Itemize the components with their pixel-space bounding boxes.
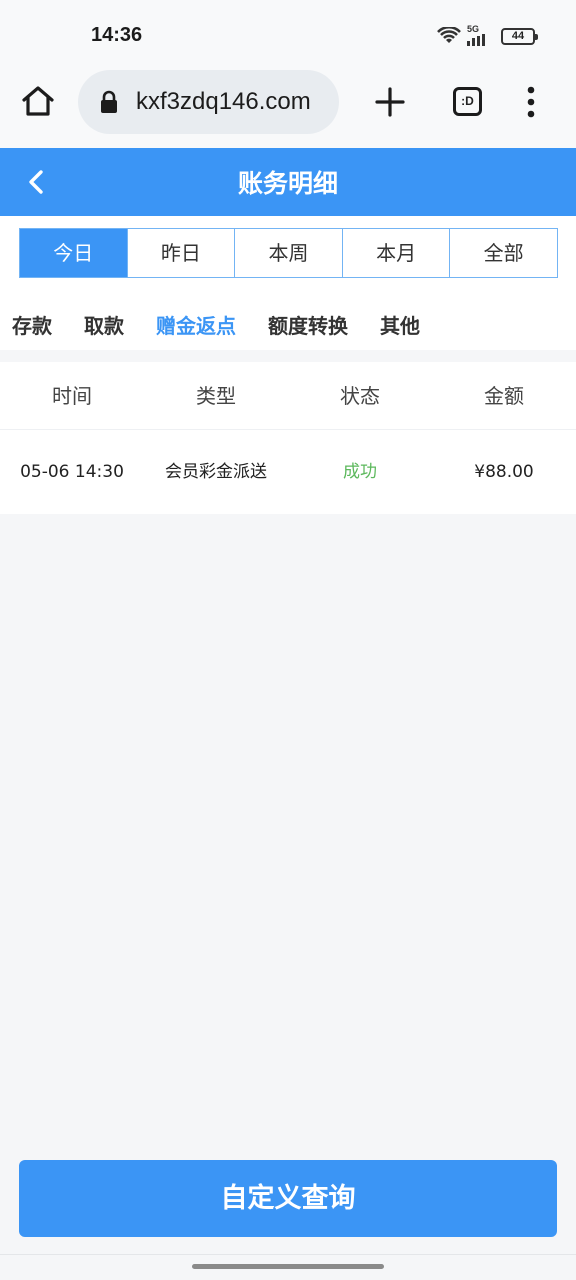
records-table: 时间 类型 状态 金额 05-06 14:30 会员彩金派送 成功 ¥88.00 (0, 362, 576, 514)
tab-bonus-rebate[interactable]: 赠金返点 (156, 310, 236, 339)
cell-status: 成功 (343, 462, 377, 482)
wifi-icon (437, 27, 461, 43)
tab-this-month[interactable]: 本月 (341, 229, 450, 277)
custom-query-button[interactable]: 自定义查询 (19, 1160, 557, 1237)
app-header: 账务明细 (0, 148, 576, 216)
cell-amount: ¥88.00 (474, 462, 534, 482)
cell-time: 05-06 14:30 (20, 462, 124, 482)
home-indicator[interactable] (192, 1264, 384, 1269)
home-icon[interactable] (20, 83, 56, 119)
period-tabs: 今日 昨日 本周 本月 全部 (19, 228, 558, 278)
network-type-label: 5G (467, 24, 480, 34)
battery-icon: 44 (501, 28, 538, 45)
battery-level: 44 (511, 30, 525, 42)
column-header-type: 类型 (196, 384, 236, 408)
tab-switcher-label: :D (461, 94, 474, 108)
tab-credit-transfer[interactable]: 额度转换 (268, 310, 348, 339)
bottom-divider (0, 1254, 576, 1255)
status-bar: 14:36 5G 44 (0, 0, 576, 70)
tab-switcher-button[interactable]: :D (453, 87, 482, 116)
signal-icon (467, 34, 485, 46)
tab-all[interactable]: 全部 (449, 229, 557, 277)
column-header-time: 时间 (52, 384, 92, 408)
more-icon[interactable] (520, 84, 542, 120)
filter-panel: 今日 昨日 本周 本月 全部 存款 取款 赠金返点 额度转换 其他 (0, 216, 576, 350)
page-title: 账务明细 (237, 169, 338, 198)
address-bar[interactable]: kxf3zdq146.com (78, 70, 339, 134)
column-header-status: 状态 (340, 384, 380, 408)
table-row: 05-06 14:30 会员彩金派送 成功 ¥88.00 (0, 430, 576, 514)
tab-other[interactable]: 其他 (380, 310, 420, 339)
tab-today[interactable]: 今日 (20, 229, 127, 277)
url-text[interactable]: kxf3zdq146.com (136, 88, 311, 116)
table-header: 时间 类型 状态 金额 (0, 362, 576, 430)
tab-withdraw[interactable]: 取款 (84, 310, 124, 339)
new-tab-plus-icon[interactable] (372, 84, 408, 120)
category-tabs: 存款 取款 赠金返点 额度转换 其他 (12, 310, 420, 339)
tab-deposit[interactable]: 存款 (12, 310, 52, 339)
tab-this-week[interactable]: 本周 (234, 229, 342, 277)
tab-yesterday[interactable]: 昨日 (126, 229, 235, 277)
status-time: 14:36 (91, 24, 143, 46)
column-header-amount: 金额 (484, 384, 524, 408)
browser-toolbar: kxf3zdq146.com :D (0, 70, 576, 148)
cell-type: 会员彩金派送 (165, 462, 267, 482)
lock-icon (101, 90, 117, 113)
